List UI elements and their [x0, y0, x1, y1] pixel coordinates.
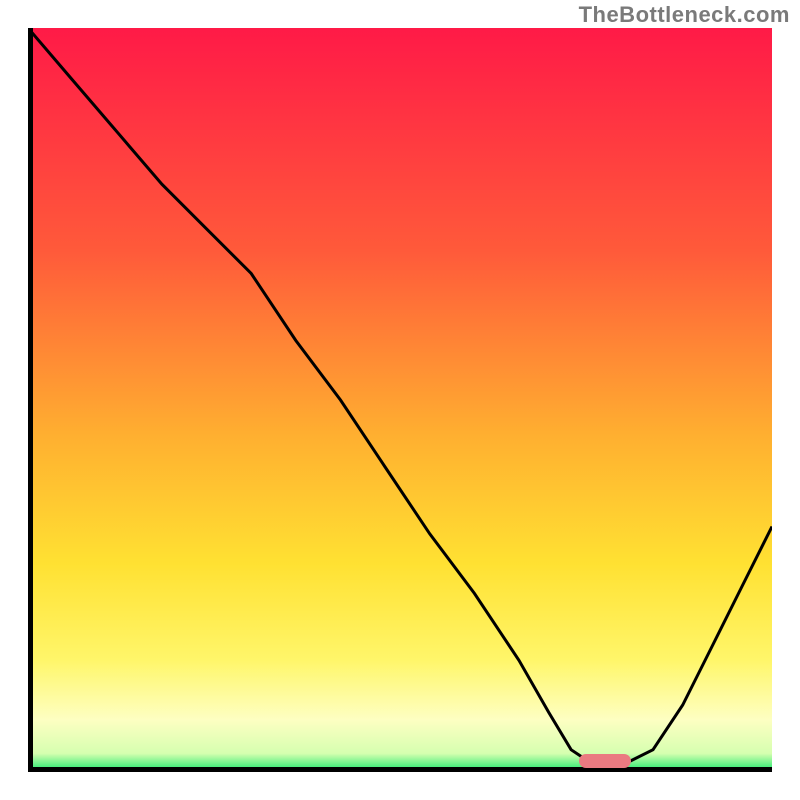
watermark-text: TheBottleneck.com: [579, 2, 790, 28]
optimum-marker: [579, 754, 631, 768]
plot-area: [28, 28, 772, 772]
gradient-rect: [28, 28, 772, 772]
gradient-background: [28, 28, 772, 772]
